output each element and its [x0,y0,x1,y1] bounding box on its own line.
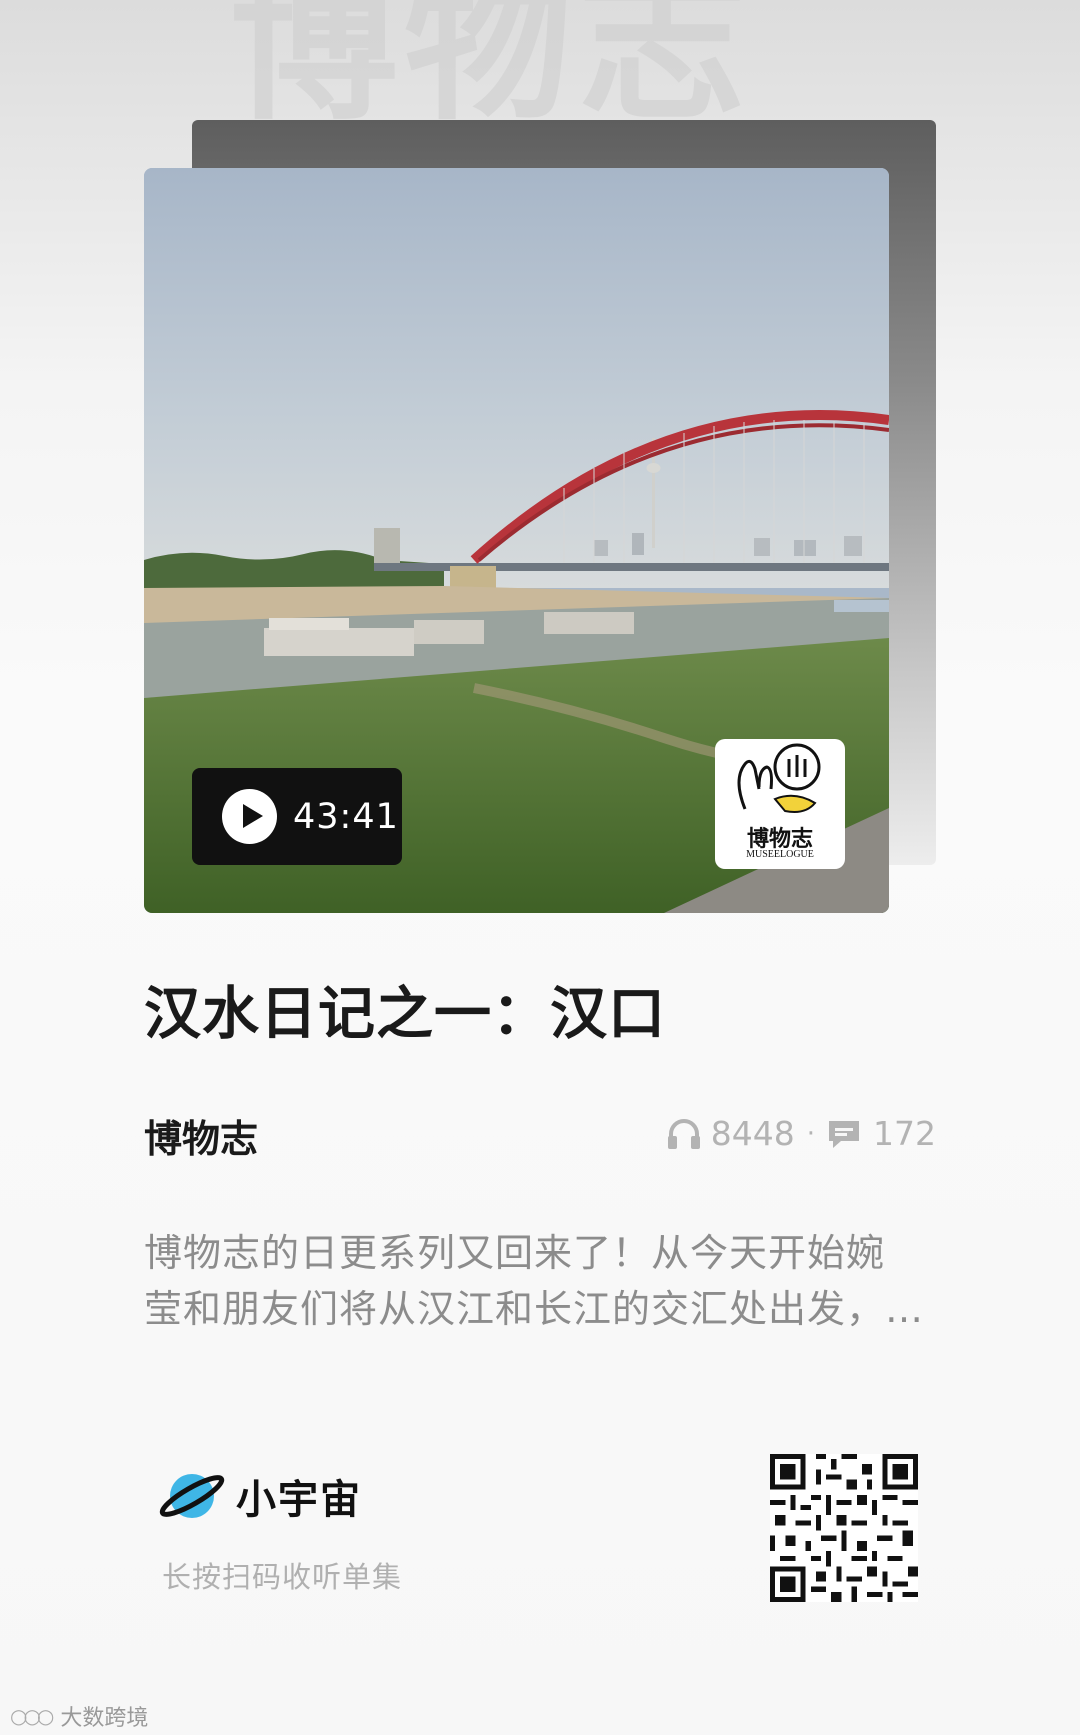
play-icon[interactable] [222,789,277,844]
app-brand-name: 小宇宙 [236,1477,362,1523]
corner-watermark-text: 大数跨境 [60,1706,149,1731]
episode-stats: 8448 · 172 [667,1114,936,1153]
headphones-icon [667,1118,700,1149]
corner-watermark: ○○○ 大数跨境 [10,1700,148,1732]
episode-cover-image[interactable]: 43:41 博物志 MUSEELOGUE [144,168,889,913]
episode-duration: 43:41 [293,796,399,837]
podcast-logo-badge: 博物志 MUSEELOGUE [715,739,845,869]
watermark-logo-icon: ○○○ [10,1704,54,1728]
podcast-name[interactable]: 博物志 [144,1108,258,1163]
episode-description: 博物志的日更系列又回来了！从今天开始婉 莹和朋友们将从汉江和长江的交汇处出发，… [144,1225,944,1337]
comment-icon [829,1120,859,1148]
play-count: 8448 [710,1114,795,1153]
episode-title: 汉水日记之一：汉口 [144,981,666,1047]
app-brand: 小宇宙 [156,1465,362,1527]
qr-code[interactable] [770,1454,918,1602]
scan-hint-text: 长按扫码收听单集 [162,1560,403,1594]
stats-separator: · [806,1118,815,1149]
hand-logo-icon [737,743,821,813]
badge-subtitle: MUSEELOGUE [746,849,814,860]
play-duration-button[interactable]: 43:41 [192,768,402,865]
comment-count: 172 [873,1114,936,1153]
planet-logo-icon [159,1474,225,1518]
description-line: 博物志的日更系列又回来了！从今天开始婉 [144,1231,886,1275]
description-line: 莹和朋友们将从汉江和长江的交汇处出发，… [144,1287,925,1331]
background-watermark-text: 博物志 [230,0,752,130]
